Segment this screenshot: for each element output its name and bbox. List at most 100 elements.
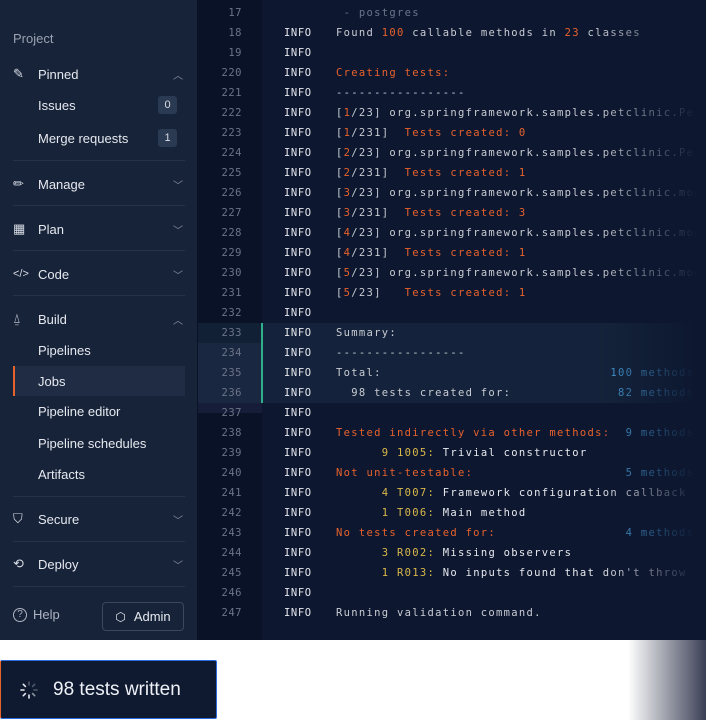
line-number[interactable]: 17 — [198, 3, 242, 23]
line-number[interactable]: 237 — [198, 403, 242, 423]
line-number[interactable]: 240 — [198, 463, 242, 483]
log-level: INFO — [284, 327, 312, 339]
sidebar-group-label: Pinned — [38, 66, 79, 82]
line-number[interactable]: 245 — [198, 563, 242, 583]
line-number[interactable]: 221 — [198, 83, 242, 103]
log-segment: Tests created: 3 — [404, 207, 527, 219]
sidebar-item-jobs[interactable]: Jobs — [13, 366, 185, 396]
line-number[interactable]: 242 — [198, 503, 242, 523]
line-number[interactable]: 243 — [198, 523, 242, 543]
line-number[interactable]: 241 — [198, 483, 242, 503]
line-number[interactable]: 232 — [198, 303, 242, 323]
line-number[interactable]: 234 — [198, 343, 242, 363]
help-button[interactable]: ? Help — [13, 607, 60, 622]
line-number[interactable]: 230 — [198, 263, 242, 283]
log-segment — [336, 567, 382, 579]
log-level: INFO — [284, 147, 312, 159]
log-segment: 9 1005: — [381, 447, 436, 459]
line-number[interactable]: 227 — [198, 203, 242, 223]
sidebar-section-title: Project — [13, 31, 54, 46]
line-number[interactable]: 222 — [198, 103, 242, 123]
line-number[interactable]: 226 — [198, 183, 242, 203]
log-segment: Total: — [336, 367, 611, 379]
line-number[interactable]: 231 — [198, 283, 242, 303]
log-segment: Missing observers — [435, 547, 573, 559]
sidebar-group-secure[interactable]: ⛉ Secure ﹀ — [13, 504, 185, 534]
line-number[interactable]: 238 — [198, 423, 242, 443]
log-segment: 1 T006: — [381, 507, 436, 519]
help-label: Help — [33, 607, 60, 622]
sidebar-group-deploy[interactable]: ⟲ Deploy ﹀ — [13, 549, 185, 579]
sidebar-item-merge-requests[interactable]: Merge requests 1 — [13, 123, 185, 153]
log-segment: [ — [336, 267, 344, 279]
log-segment — [336, 487, 382, 499]
sidebar-group-label: Build — [38, 311, 67, 327]
log-segment: - postgres — [336, 7, 420, 19]
admin-button[interactable]: ⬡ Admin — [102, 602, 184, 631]
log-level: INFO — [284, 547, 312, 559]
line-number[interactable]: 233 — [198, 323, 242, 343]
line-number[interactable]: 244 — [198, 543, 242, 563]
log-segment: /231] — [351, 247, 405, 259]
log-segment: 4 T007: — [381, 487, 436, 499]
sidebar-item-pipeline-editor[interactable]: Pipeline editor — [13, 396, 185, 426]
line-number[interactable]: 236 — [198, 383, 242, 403]
line-number[interactable]: 18 — [198, 23, 242, 43]
log-segment — [336, 547, 382, 559]
log-message: [3/231] Tests created: 3 — [336, 203, 527, 223]
sidebar-group-plan[interactable]: ▦ Plan ﹀ — [13, 214, 185, 244]
log-segment: Tests created: 1 — [404, 247, 527, 259]
log-segment: Found — [336, 27, 382, 39]
sidebar-item-pipelines[interactable]: Pipelines — [13, 335, 185, 365]
sidebar-group-manage[interactable]: ✏ Manage ﹀ — [13, 169, 185, 199]
shield-icon: ⛉ — [13, 511, 23, 526]
line-number[interactable]: 247 — [198, 603, 242, 623]
log-segment: [ — [336, 127, 344, 139]
toast-label: 98 tests written — [53, 678, 181, 700]
log-segment: Not unit-testable: — [336, 467, 474, 479]
log-segment: 1 R013: — [381, 567, 436, 579]
line-number[interactable]: 223 — [198, 123, 242, 143]
sidebar-item-issues[interactable]: Issues 0 — [13, 90, 185, 120]
line-number[interactable]: 220 — [198, 63, 242, 83]
log-level: INFO — [284, 347, 312, 359]
line-number[interactable]: 228 — [198, 223, 242, 243]
log-level: INFO — [284, 407, 312, 419]
sidebar-item-pipeline-schedules[interactable]: Pipeline schedules — [13, 428, 185, 458]
sidebar: Project ✎ Pinned ︿ Issues 0 Merge reques… — [0, 0, 198, 640]
log-level: INFO — [284, 107, 312, 119]
log-segment — [336, 507, 382, 519]
log-message: ----------------- — [336, 83, 466, 103]
sidebar-group-label: Code — [38, 266, 70, 282]
admin-icon: ⬡ — [115, 609, 126, 624]
sidebar-group-build[interactable]: ⍙ Build ︿ — [13, 304, 185, 334]
line-number[interactable]: 239 — [198, 443, 242, 463]
log-segment: [ — [336, 187, 344, 199]
sidebar-item-label: Artifacts — [38, 466, 85, 482]
line-number[interactable]: 235 — [198, 363, 242, 383]
log-segment: [ — [336, 107, 344, 119]
sidebar-group-code[interactable]: </> Code ﹀ — [13, 259, 185, 289]
rocket-icon: ⍙ — [13, 311, 21, 326]
sidebar-group-pinned[interactable]: ✎ Pinned ︿ — [13, 59, 185, 89]
log-level: INFO — [284, 307, 312, 319]
sidebar-item-label: Pipelines — [38, 342, 91, 358]
log-level: INFO — [284, 507, 312, 519]
log-segment: Summary: — [336, 327, 397, 339]
chevron-down-icon: ﹀ — [173, 560, 183, 572]
code-icon: </> — [13, 268, 29, 280]
log-message: - postgres — [336, 3, 420, 23]
line-number[interactable]: 225 — [198, 163, 242, 183]
line-number[interactable]: 224 — [198, 143, 242, 163]
log-level: INFO — [284, 447, 312, 459]
line-number[interactable]: 19 — [198, 43, 242, 63]
sidebar-item-artifacts[interactable]: Artifacts — [13, 459, 185, 489]
calendar-icon: ▦ — [13, 221, 26, 236]
log-level: INFO — [284, 247, 312, 259]
right-fade — [596, 0, 706, 640]
line-number[interactable]: 246 — [198, 583, 242, 603]
sidebar-item-label: Issues — [38, 97, 76, 113]
line-number[interactable]: 229 — [198, 243, 242, 263]
deploy-icon: ⟲ — [13, 556, 24, 571]
log-level: INFO — [284, 467, 312, 479]
